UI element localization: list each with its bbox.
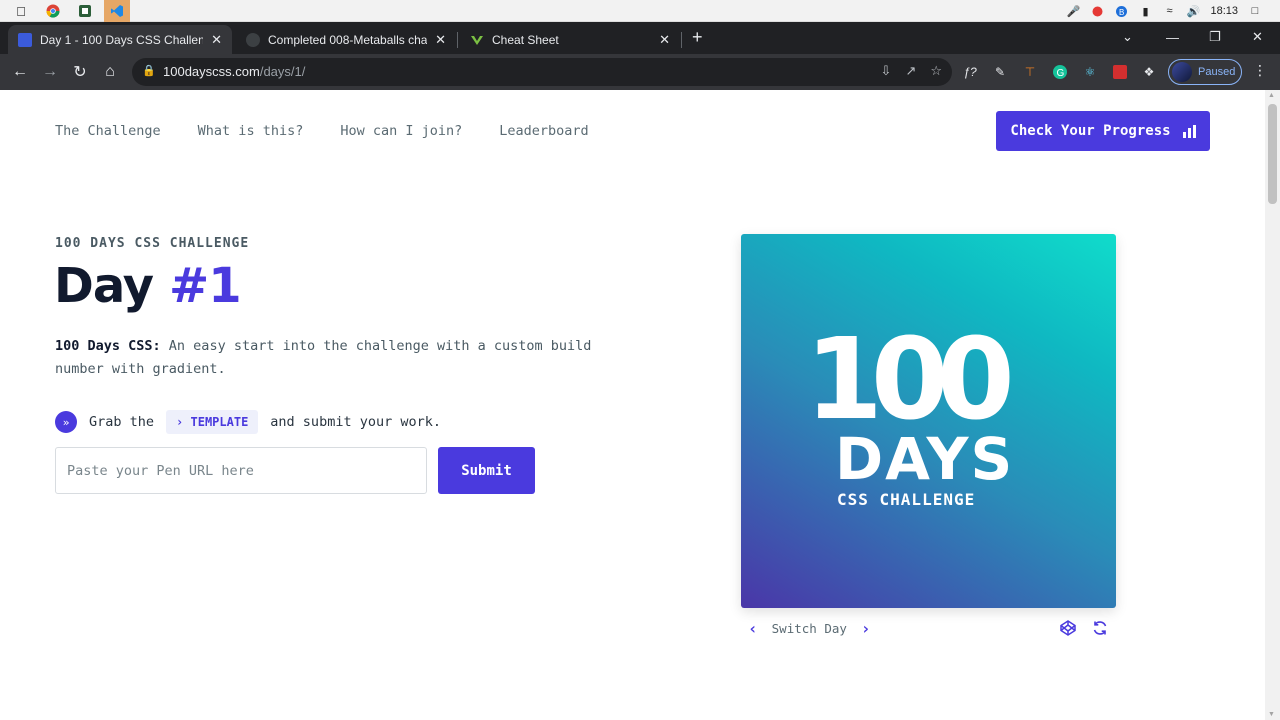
cheat-sheet-favicon-icon xyxy=(470,33,484,47)
bookmark-star-icon[interactable]: ☆ xyxy=(930,63,942,79)
nav-the-challenge[interactable]: The Challenge xyxy=(55,123,161,139)
day-description: 100 Days CSS: An easy start into the cha… xyxy=(55,335,615,381)
eyebrow-label: 100 DAYS CSS CHALLENGE xyxy=(55,236,250,251)
home-icon[interactable]: ⌂ xyxy=(98,60,122,84)
lock-icon[interactable]: 🔒 xyxy=(142,64,156,77)
restore-icon[interactable]: ❐ xyxy=(1209,22,1221,52)
pen-extension-icon[interactable]: ✎ xyxy=(990,62,1010,82)
double-chevron-icon: » xyxy=(55,411,77,433)
nav-what-is-this[interactable]: What is this? xyxy=(198,123,304,139)
apple-icon[interactable]:  xyxy=(8,0,34,22)
bluetooth-icon[interactable]: B xyxy=(1114,4,1128,18)
record-icon[interactable] xyxy=(1090,4,1104,18)
vscode-app-icon[interactable] xyxy=(104,0,130,22)
scrollbar-thumb[interactable] xyxy=(1268,104,1277,204)
svg-text:G: G xyxy=(1057,68,1065,79)
grab-template-line: » Grab the › TEMPLATE and submit your wo… xyxy=(55,410,441,434)
tab-title: Cheat Sheet xyxy=(492,32,559,47)
submit-button[interactable]: Submit xyxy=(438,447,535,494)
tab-search-icon[interactable]: ⌄ xyxy=(1122,22,1133,52)
extensions-puzzle-icon[interactable]: ❖ xyxy=(1139,62,1159,82)
wifi-icon[interactable]: ≈ xyxy=(1162,4,1176,18)
day-1-preview: 100 DAYS CSS CHALLENGE xyxy=(741,234,1116,608)
template-link[interactable]: › TEMPLATE xyxy=(166,410,259,434)
page-scrollbar[interactable]: ▲ ▼ xyxy=(1265,90,1280,720)
template-label: TEMPLATE xyxy=(190,415,249,429)
grab-after: and submit your work. xyxy=(270,414,441,430)
day-switcher: ‹ Switch Day › xyxy=(748,619,871,638)
microphone-icon[interactable]: 🎤 xyxy=(1066,4,1081,18)
scroll-up-icon[interactable]: ▲ xyxy=(1268,92,1275,99)
profile-button[interactable]: Paused xyxy=(1168,59,1242,85)
os-menu-bar:  🎤 B ▮ ≈ 🔊 18:13 □ xyxy=(0,0,1280,22)
tab-cheat-sheet[interactable]: Cheat Sheet ✕ xyxy=(460,25,680,54)
grammarly-icon[interactable]: G xyxy=(1050,62,1070,82)
pdf-extension-icon[interactable] xyxy=(1110,62,1130,82)
description-bold: 100 Days CSS: xyxy=(55,338,161,354)
github-icon xyxy=(246,32,260,47)
volume-icon[interactable]: 🔊 xyxy=(1186,4,1201,18)
tab-title: Completed 008-Metaballs challe xyxy=(268,32,428,47)
menu-kebab-icon[interactable]: ⋮ xyxy=(1253,62,1267,79)
url-host: 100dayscss.com xyxy=(163,64,260,79)
pen-url-input[interactable] xyxy=(55,447,427,494)
check-progress-label: Check Your Progress xyxy=(1010,123,1171,139)
bar-chart-icon xyxy=(1182,124,1196,138)
nav-how-can-i-join[interactable]: How can I join? xyxy=(340,123,462,139)
tab-title: Day 1 - 100 Days CSS Challenge xyxy=(40,32,204,47)
url-text[interactable]: 100dayscss.com/days/1/ xyxy=(163,64,305,79)
tool-extension-icon[interactable]: ⊤ xyxy=(1020,62,1040,82)
notification-icon[interactable]: □ xyxy=(1248,4,1262,18)
codepen-icon[interactable] xyxy=(1060,620,1076,640)
next-day-icon[interactable]: › xyxy=(861,619,871,638)
tab-separator xyxy=(457,32,458,48)
tab-day-1[interactable]: Day 1 - 100 Days CSS Challenge ✕ xyxy=(8,25,232,54)
url-path: /days/1/ xyxy=(259,64,306,79)
install-icon[interactable]: ⇩ xyxy=(881,63,892,79)
forward-icon[interactable]: → xyxy=(38,60,62,84)
minimize-icon[interactable]: — xyxy=(1166,22,1179,52)
tab-strip: Day 1 - 100 Days CSS Challenge ✕ Complet… xyxy=(0,22,1280,54)
close-tab-icon[interactable]: ✕ xyxy=(211,32,222,48)
preview-actions xyxy=(1060,620,1108,640)
page-content: The Challenge What is this? How can I jo… xyxy=(0,90,1265,720)
react-devtools-icon[interactable]: ⚛ xyxy=(1080,62,1100,82)
browser-toolbar: ← → ↻ ⌂ 🔒 100dayscss.com/days/1/ ⇩ ↗ ☆ ƒ… xyxy=(0,54,1280,90)
grab-before: Grab the xyxy=(89,414,155,430)
share-icon[interactable]: ↗ xyxy=(905,63,916,79)
back-icon[interactable]: ← xyxy=(8,60,32,84)
close-tab-icon[interactable]: ✕ xyxy=(659,32,670,48)
svg-text:B: B xyxy=(1119,8,1124,17)
close-tab-icon[interactable]: ✕ xyxy=(435,32,446,48)
refresh-icon[interactable] xyxy=(1092,620,1108,640)
font-extension-icon[interactable]: ƒ? xyxy=(960,62,980,82)
day-word: Day xyxy=(54,258,154,314)
logo-days: DAYS xyxy=(835,425,1015,493)
previous-day-icon[interactable]: ‹ xyxy=(748,619,758,638)
scroll-down-icon[interactable]: ▼ xyxy=(1268,711,1275,718)
close-window-icon[interactable]: ✕ xyxy=(1252,22,1263,52)
new-tab-icon[interactable]: + xyxy=(692,27,703,48)
chrome-app-icon[interactable] xyxy=(40,0,66,22)
chevron-right-icon: › xyxy=(176,415,184,429)
battery-icon[interactable]: ▮ xyxy=(1138,4,1152,18)
clock: 18:13 xyxy=(1210,5,1238,17)
reload-icon[interactable]: ↻ xyxy=(68,60,92,84)
profile-status: Paused xyxy=(1198,66,1236,78)
avatar xyxy=(1172,62,1192,82)
nav-leaderboard[interactable]: Leaderboard xyxy=(499,123,588,139)
tab-separator xyxy=(681,32,682,48)
switch-day-label: Switch Day xyxy=(771,621,847,636)
main-nav: The Challenge What is this? How can I jo… xyxy=(55,123,589,139)
logo-subtitle: CSS CHALLENGE xyxy=(837,490,976,509)
check-progress-button[interactable]: Check Your Progress xyxy=(996,111,1210,151)
logo-100: 100 xyxy=(805,315,1015,445)
app-icon[interactable] xyxy=(72,0,98,22)
tab-metaballs[interactable]: Completed 008-Metaballs challe ✕ xyxy=(236,25,456,54)
favicon-icon xyxy=(18,32,32,47)
page-title: Day #1 xyxy=(54,258,242,314)
day-number: #1 xyxy=(169,258,242,314)
address-bar[interactable]: 🔒 100dayscss.com/days/1/ ⇩ ↗ ☆ xyxy=(132,58,952,86)
